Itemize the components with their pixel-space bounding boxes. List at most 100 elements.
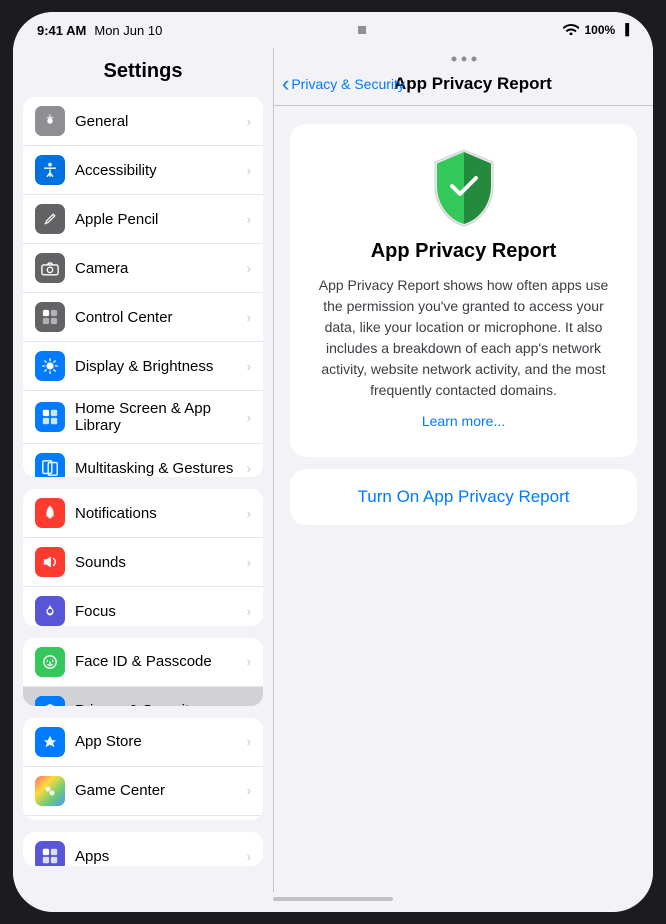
sidebar-item-display[interactable]: Display & Brightness › [23, 342, 263, 391]
home-screen-label: Home Screen & App Library [75, 400, 237, 434]
sidebar-item-control-center[interactable]: Control Center › [23, 293, 263, 342]
multitasking-label: Multitasking & Gestures [75, 460, 237, 477]
sounds-icon [35, 547, 65, 577]
apple-pencil-icon [35, 204, 65, 234]
game-center-icon [35, 776, 65, 806]
sidebar-item-notifications[interactable]: Notifications › [23, 489, 263, 538]
content-area: Settings General › Accessibility [13, 48, 653, 892]
nav-back-button[interactable]: ‹ Privacy & Security [282, 73, 405, 95]
chevron-icon: › [247, 261, 251, 276]
sounds-label: Sounds [75, 554, 237, 571]
chevron-icon: › [247, 359, 251, 374]
status-date: Mon Jun 10 [94, 23, 162, 38]
status-right: 100% ▐ [563, 23, 630, 38]
sidebar-item-app-store[interactable]: A App Store › [23, 718, 263, 767]
face-id-label: Face ID & Passcode [75, 653, 237, 670]
sidebar-item-game-center[interactable]: Game Center › [23, 767, 263, 816]
nav-back-label: Privacy & Security [291, 76, 405, 92]
sidebar-item-multitasking[interactable]: Multitasking & Gestures › [23, 444, 263, 477]
home-bar [13, 892, 653, 912]
apple-pencil-label: Apple Pencil [75, 211, 237, 228]
apps-icon [35, 841, 65, 866]
chevron-icon: › [247, 783, 251, 798]
chevron-icon: › [247, 163, 251, 178]
sidebar-item-sounds[interactable]: Sounds › [23, 538, 263, 587]
home-indicator [273, 897, 393, 901]
focus-label: Focus [75, 603, 237, 620]
notifications-label: Notifications [75, 505, 237, 522]
sidebar-item-apple-pencil[interactable]: Apple Pencil › [23, 195, 263, 244]
nav-bar: ‹ Privacy & Security App Privacy Report [274, 62, 653, 106]
privacy-report-title: App Privacy Report [371, 240, 557, 263]
privacy-icon [35, 696, 65, 706]
status-bar: 9:41 AM Mon Jun 10 100% ▐ [13, 12, 653, 48]
camera-label: Camera [75, 260, 237, 277]
home-screen-icon [35, 402, 65, 432]
learn-more-link[interactable]: Learn more... [422, 413, 505, 429]
chevron-icon: › [247, 461, 251, 476]
camera-icon [35, 253, 65, 283]
chevron-icon: › [247, 410, 251, 425]
sidebar-group-apps2: Apps › [23, 832, 263, 866]
svg-text:A: A [46, 739, 51, 747]
nav-dots-area [274, 48, 653, 62]
notifications-icon [35, 498, 65, 528]
privacy-report-card: App Privacy Report App Privacy Report sh… [290, 124, 637, 457]
battery-icon: ▐ [621, 24, 629, 36]
sidebar-group-notifications: Notifications › Sounds › Focus [23, 489, 263, 626]
privacy-report-description: App Privacy Report shows how often apps … [314, 275, 613, 401]
chevron-icon: › [247, 310, 251, 325]
sidebar-group-security: Face ID & Passcode › Privacy & Security … [23, 638, 263, 706]
chevron-icon: › [247, 703, 251, 706]
apps-label: Apps [75, 848, 237, 865]
nav-back-chevron-icon: ‹ [282, 73, 289, 95]
sidebar-item-privacy[interactable]: Privacy & Security › [23, 687, 263, 706]
display-label: Display & Brightness [75, 358, 237, 375]
multitasking-icon [35, 453, 65, 477]
turn-on-card: Turn On App Privacy Report [290, 469, 637, 525]
battery-level: 100% [585, 23, 616, 37]
chevron-icon: › [247, 734, 251, 749]
sidebar-item-home-screen[interactable]: Home Screen & App Library › [23, 391, 263, 444]
sidebar-item-camera[interactable]: Camera › [23, 244, 263, 293]
sidebar-item-face-id[interactable]: Face ID & Passcode › [23, 638, 263, 687]
chevron-icon: › [247, 555, 251, 570]
nav-page-title: App Privacy Report [394, 74, 552, 94]
accessibility-icon [35, 155, 65, 185]
sidebar-item-general[interactable]: General › [23, 97, 263, 146]
chevron-icon: › [247, 604, 251, 619]
sidebar-item-wallet[interactable]: Wallet & Apple Pay › [23, 816, 263, 820]
control-center-icon [35, 302, 65, 332]
turn-on-button[interactable]: Turn On App Privacy Report [358, 487, 570, 507]
app-store-icon: A [35, 727, 65, 757]
focus-icon [35, 596, 65, 626]
shield-icon [428, 152, 500, 224]
sidebar: Settings General › Accessibility [13, 48, 273, 892]
status-time: 9:41 AM [37, 23, 86, 38]
accessibility-label: Accessibility [75, 162, 237, 179]
sidebar-item-accessibility[interactable]: Accessibility › [23, 146, 263, 195]
app-store-label: App Store [75, 733, 237, 750]
sidebar-item-apps[interactable]: Apps › [23, 832, 263, 866]
main-content: ‹ Privacy & Security App Privacy Report [274, 48, 653, 892]
chevron-icon: › [247, 506, 251, 521]
game-center-label: Game Center [75, 782, 237, 799]
privacy-label: Privacy & Security [75, 702, 237, 706]
chevron-icon: › [247, 654, 251, 669]
face-id-icon [35, 647, 65, 677]
ipad-device: 9:41 AM Mon Jun 10 100% ▐ Settings [13, 12, 653, 912]
chevron-icon: › [247, 114, 251, 129]
sidebar-group-apps: A App Store › Game Center › [23, 718, 263, 820]
sidebar-item-focus[interactable]: Focus › [23, 587, 263, 626]
control-center-label: Control Center [75, 309, 237, 326]
general-icon [35, 106, 65, 136]
chevron-icon: › [247, 849, 251, 864]
sidebar-title: Settings [13, 48, 273, 91]
general-label: General [75, 113, 237, 130]
display-icon [35, 351, 65, 381]
top-dot [358, 26, 366, 34]
main-scroll-area: App Privacy Report App Privacy Report sh… [274, 106, 653, 892]
sidebar-group-system: General › Accessibility › Apple Penc [23, 97, 263, 477]
wifi-icon [563, 23, 579, 38]
chevron-icon: › [247, 212, 251, 227]
